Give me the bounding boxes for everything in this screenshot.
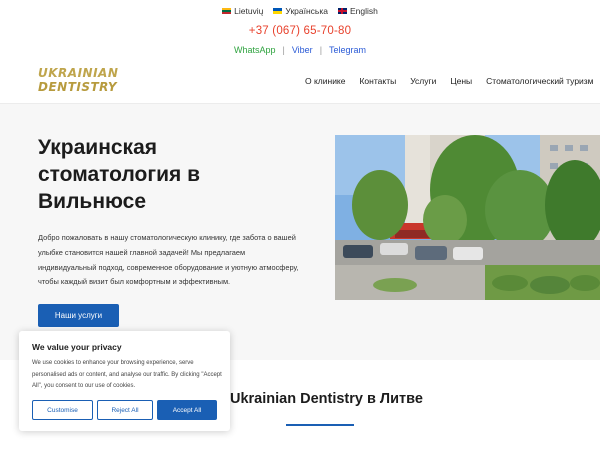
lang-lithuanian[interactable]: Lietuvių [222,6,263,16]
lang-ukrainian[interactable]: Українська [273,6,328,16]
nav-item-dental-tourism[interactable]: Стоматологический туризм [486,76,593,86]
separator: | [282,45,285,55]
lithuania-flag-icon [222,8,232,14]
nav-item-prices[interactable]: Цены [450,76,472,86]
logo-line-1: UKRAINIAN [38,66,119,80]
hero-section: Украинская стоматология в Вильнюсе Добро… [0,104,600,360]
nav-item-about[interactable]: О клинике [305,76,345,86]
site-logo[interactable]: UKRAINIAN DENTISTRY [38,66,118,94]
hero-description: Добро пожаловать в нашу стоматологическу… [38,233,299,287]
separator: | [319,45,323,55]
section-title: Ukrainian Dentistry в Литве [230,391,423,407]
lang-english[interactable]: English [337,6,378,16]
cookie-text: We use cookies to enhance your browsing … [32,360,222,389]
messenger-links: WhatsApp | Viber | Telegram [0,45,600,55]
language-switcher: Lietuvių Українська English [0,6,600,16]
lang-label: English [349,6,378,16]
cookie-title: We value your privacy [32,342,122,352]
nav-item-services[interactable]: Услуги [410,76,436,86]
lang-label: Lietuvių [234,6,264,16]
section-underline [286,424,354,426]
phone-link[interactable]: +37 (067) 65-70-80 [0,25,600,37]
ukraine-flag-icon [273,8,283,14]
accept-all-button[interactable]: Accept All [157,400,217,420]
clinic-street-photo [335,135,600,300]
cookie-consent-banner: We value your privacy We use cookies to … [19,331,230,431]
logo-line-2: DENTISTRY [38,80,118,94]
nav-item-contacts[interactable]: Контакты [359,76,396,86]
our-services-button[interactable]: Наши услуги [38,304,119,327]
viber-link[interactable]: Viber [292,45,313,55]
reject-all-button[interactable]: Reject All [97,400,153,420]
telegram-link[interactable]: Telegram [329,45,366,55]
main-nav: О клинике Контакты Услуги Цены Стоматоло… [305,76,594,86]
customise-button[interactable]: Customise [32,400,93,420]
whatsapp-link[interactable]: WhatsApp [234,45,276,55]
hero-title: Украинская стоматология в Вильнюсе [38,136,201,213]
uk-flag-icon [337,8,347,14]
lang-label: Українська [285,6,328,16]
site-header: Lietuvių Українська English +37 (067) 65… [0,0,600,104]
